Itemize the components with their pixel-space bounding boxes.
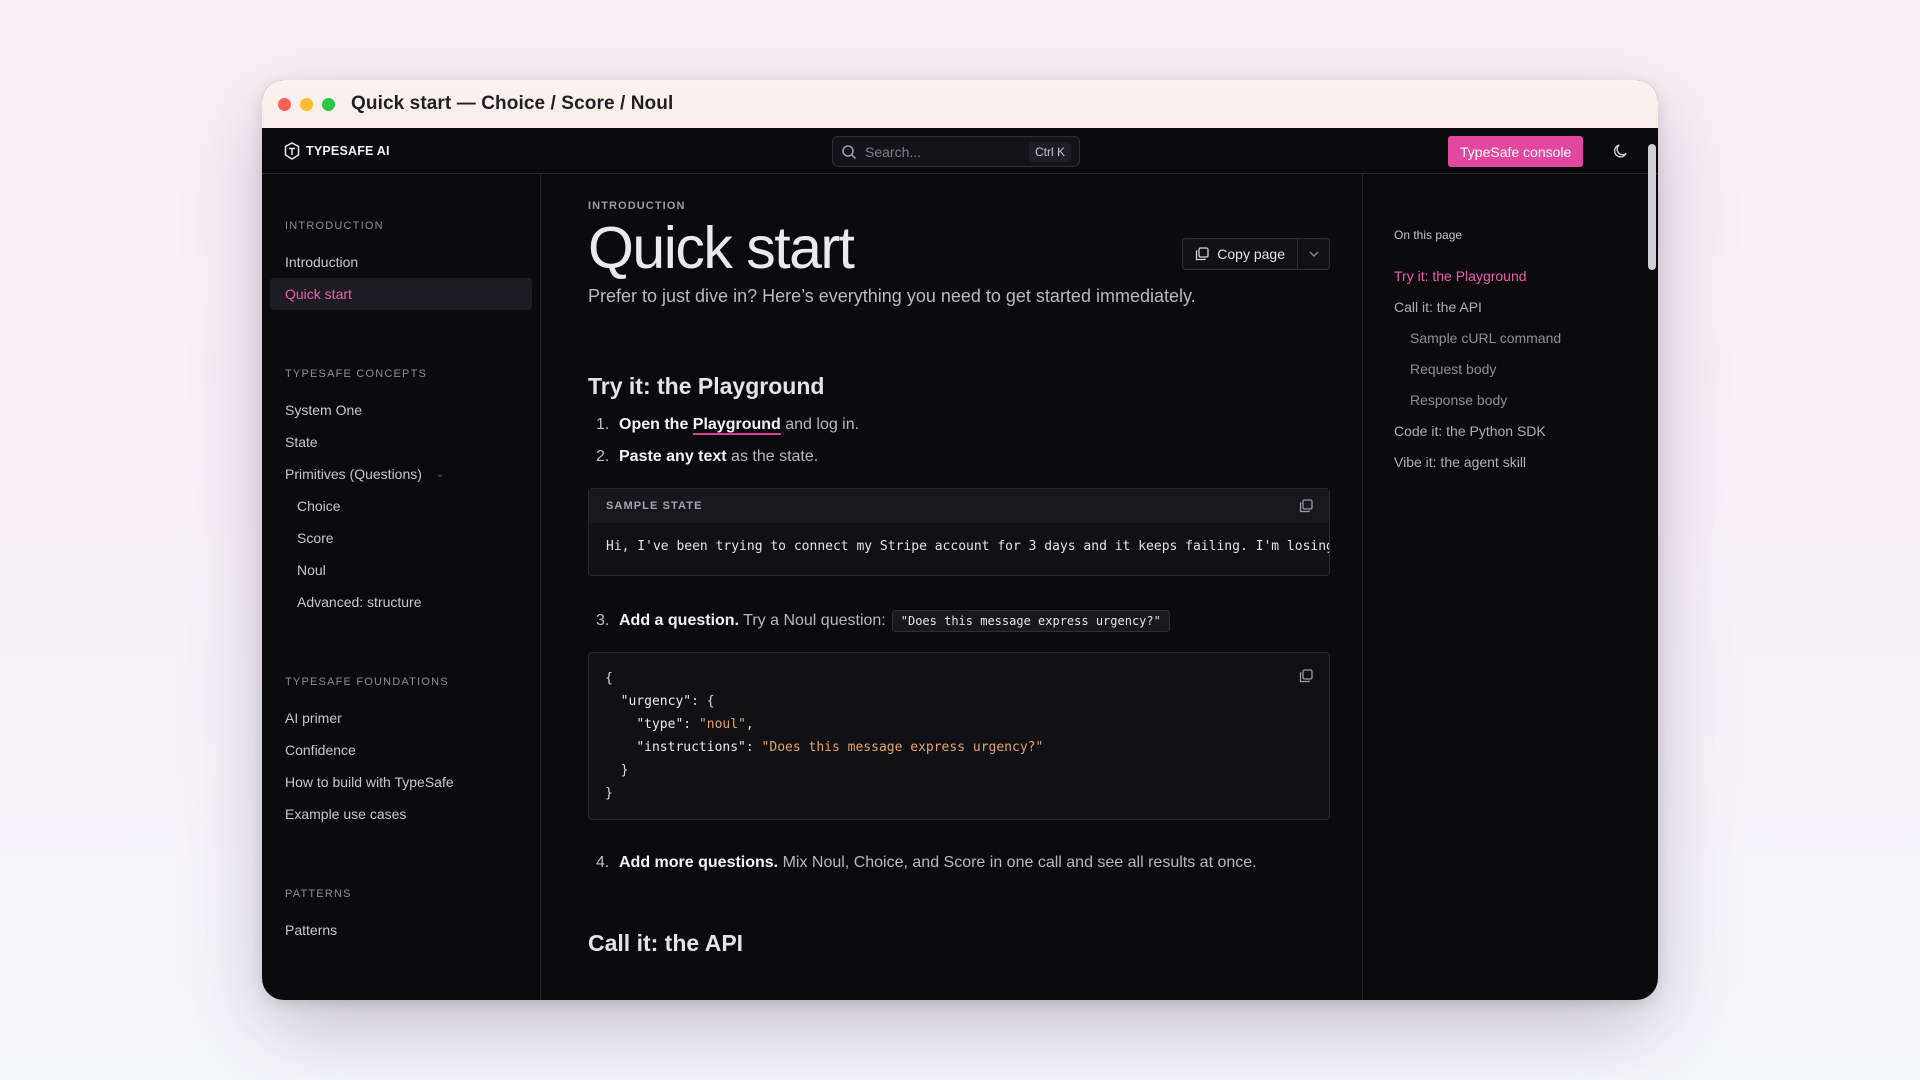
section-heading-api: Call it: the API: [588, 930, 744, 956]
step-number: 1.: [596, 416, 610, 433]
sidebar-item-example-use-cases[interactable]: Example use cases: [270, 798, 532, 830]
window-controls: [278, 97, 335, 111]
toc-item-api[interactable]: Call it: the API: [1394, 291, 1658, 322]
copy-icon[interactable]: [1299, 499, 1313, 513]
sidebar-item-label: Primitives (Questions): [285, 466, 422, 482]
toc-item-curl[interactable]: Sample cURL command: [1394, 322, 1658, 353]
toc-item-python-sdk[interactable]: Code it: the Python SDK: [1394, 415, 1658, 446]
sidebar-item-noul[interactable]: Noul: [270, 554, 532, 586]
step-number: 2.: [596, 448, 610, 465]
title-bar: Quick start — Choice / Score / Noul: [262, 80, 1658, 128]
logo-icon: [284, 141, 300, 160]
copy-icon: [1196, 247, 1209, 261]
sidebar-item-choice[interactable]: Choice: [270, 490, 532, 522]
step-number: 4.: [596, 854, 610, 871]
sidebar-item-primitives[interactable]: Primitives (Questions) ⌄: [270, 458, 532, 490]
sidebar-section-title: TYPESAFE FOUNDATIONS: [285, 676, 449, 688]
moon-icon[interactable]: [1612, 142, 1630, 160]
code-token: "instructions": [636, 740, 746, 755]
logo[interactable]: TYPESAFE AI: [284, 141, 390, 160]
code-block: { "urgency": { "type": "noul", "instruct…: [588, 652, 1330, 820]
close-window-button[interactable]: [278, 97, 291, 111]
code-token: "type": [636, 717, 684, 732]
step-bold: Add a question.: [619, 612, 739, 629]
sidebar: INTRODUCTION Introduction Quick start TY…: [262, 174, 541, 1000]
toc-title: On this page: [1394, 228, 1463, 242]
code-token: : {: [691, 694, 715, 709]
code-token: "Does this message express urgency?": [761, 740, 1044, 755]
sample-state-text[interactable]: Hi, I've been trying to connect my Strip…: [589, 523, 1329, 575]
top-nav: TYPESAFE AI Search... Ctrl K TypeSafe co…: [262, 128, 1658, 174]
toc-item-request-body[interactable]: Request body: [1394, 353, 1658, 384]
breadcrumb: INTRODUCTION: [588, 200, 686, 212]
main-content: INTRODUCTION Quick start Copy page Prefe…: [541, 174, 1363, 1000]
page-lead: Prefer to just dive in? Here’s everythin…: [588, 286, 1196, 306]
search-shortcut-badge: Ctrl K: [1029, 141, 1071, 162]
scrollbar[interactable]: [1646, 128, 1658, 1000]
step-text: Mix Noul, Choice, and Score in one call …: [778, 854, 1257, 871]
logo-text: TYPESAFE AI: [306, 143, 390, 158]
toc-item-playground[interactable]: Try it: the Playground: [1394, 260, 1658, 291]
code-token: :: [745, 740, 762, 755]
copy-page-label: Copy page: [1217, 246, 1285, 262]
search-placeholder: Search...: [865, 143, 922, 160]
section-heading-playground: Try it: the Playground: [588, 373, 825, 399]
table-of-contents: On this page Try it: the Playground Call…: [1363, 174, 1658, 1000]
sidebar-item-introduction[interactable]: Introduction: [270, 246, 532, 278]
list-item: 3. Add a question. Try a Noul question: "…: [588, 610, 1330, 632]
step-bold: Add more questions.: [619, 854, 779, 871]
window-title: Quick start — Choice / Score / Noul: [351, 93, 674, 114]
step-number: 3.: [596, 612, 610, 629]
sample-state-card: SAMPLE STATE Hi, I've been trying to con…: [588, 488, 1330, 576]
copy-page-button[interactable]: Copy page: [1183, 239, 1297, 269]
list-item: 1. Open the Playground and log in.: [588, 416, 1330, 435]
step-text: Try a Noul question:: [739, 612, 886, 629]
code-token: {: [605, 671, 613, 686]
inline-code: "Does this message express urgency?": [891, 610, 1170, 632]
sidebar-item-confidence[interactable]: Confidence: [270, 734, 532, 766]
search-icon: [842, 144, 857, 159]
copy-icon[interactable]: [1299, 669, 1313, 683]
browser-window: Quick start — Choice / Score / Noul TYPE…: [262, 80, 1658, 1000]
sidebar-item-system-one[interactable]: System One: [270, 394, 532, 426]
toc-item-agent-skill[interactable]: Vibe it: the agent skill: [1394, 446, 1658, 477]
sidebar-item-how-to-build[interactable]: How to build with TypeSafe: [270, 766, 532, 798]
step-text: as the state.: [726, 448, 819, 465]
sidebar-item-ai-primer[interactable]: AI primer: [270, 702, 532, 734]
code-token: ,: [745, 717, 754, 732]
copy-page-dropdown[interactable]: [1297, 239, 1329, 269]
list-item: 2. Paste any text as the state.: [588, 448, 1330, 466]
step-bold: Open the: [619, 416, 693, 433]
maximize-window-button[interactable]: [322, 97, 335, 111]
step-bold: Paste any text: [619, 448, 727, 465]
page-body: INTRODUCTION Introduction Quick start TY…: [262, 174, 1658, 1000]
sample-state-label: SAMPLE STATE: [589, 489, 1329, 523]
code-token: :: [683, 717, 699, 732]
typesafe-console-button[interactable]: TypeSafe console: [1448, 136, 1584, 167]
list-item: 4. Add more questions. Mix Noul, Choice,…: [588, 854, 1330, 872]
sidebar-item-quick-start[interactable]: Quick start: [270, 278, 532, 310]
code-token: "urgency": [620, 694, 692, 709]
sidebar-item-patterns[interactable]: Patterns: [270, 914, 532, 946]
step-text: and log in.: [780, 416, 860, 433]
code-content[interactable]: { "urgency": { "type": "noul", "instruct…: [589, 653, 1329, 819]
playground-link[interactable]: Playground: [692, 416, 781, 435]
chevron-down-icon: [1309, 251, 1318, 257]
copy-page-control: Copy page: [1182, 238, 1330, 270]
sidebar-section-title: TYPESAFE CONCEPTS: [285, 368, 428, 380]
search-box[interactable]: Search... Ctrl K: [832, 136, 1080, 167]
code-token: "noul": [698, 717, 746, 732]
minimize-window-button[interactable]: [300, 97, 313, 111]
code-token: }: [605, 786, 613, 801]
toc-item-response-body[interactable]: Response body: [1394, 384, 1658, 415]
sidebar-item-advanced-structure[interactable]: Advanced: structure: [270, 586, 532, 618]
sidebar-section-title: PATTERNS: [285, 888, 352, 900]
scrollbar-thumb[interactable]: [1648, 144, 1656, 270]
chevron-down-icon[interactable]: ⌄: [436, 469, 444, 480]
sidebar-item-state[interactable]: State: [270, 426, 532, 458]
code-token: }: [620, 763, 629, 778]
sidebar-section-title: INTRODUCTION: [285, 220, 384, 232]
sidebar-item-score[interactable]: Score: [270, 522, 532, 554]
